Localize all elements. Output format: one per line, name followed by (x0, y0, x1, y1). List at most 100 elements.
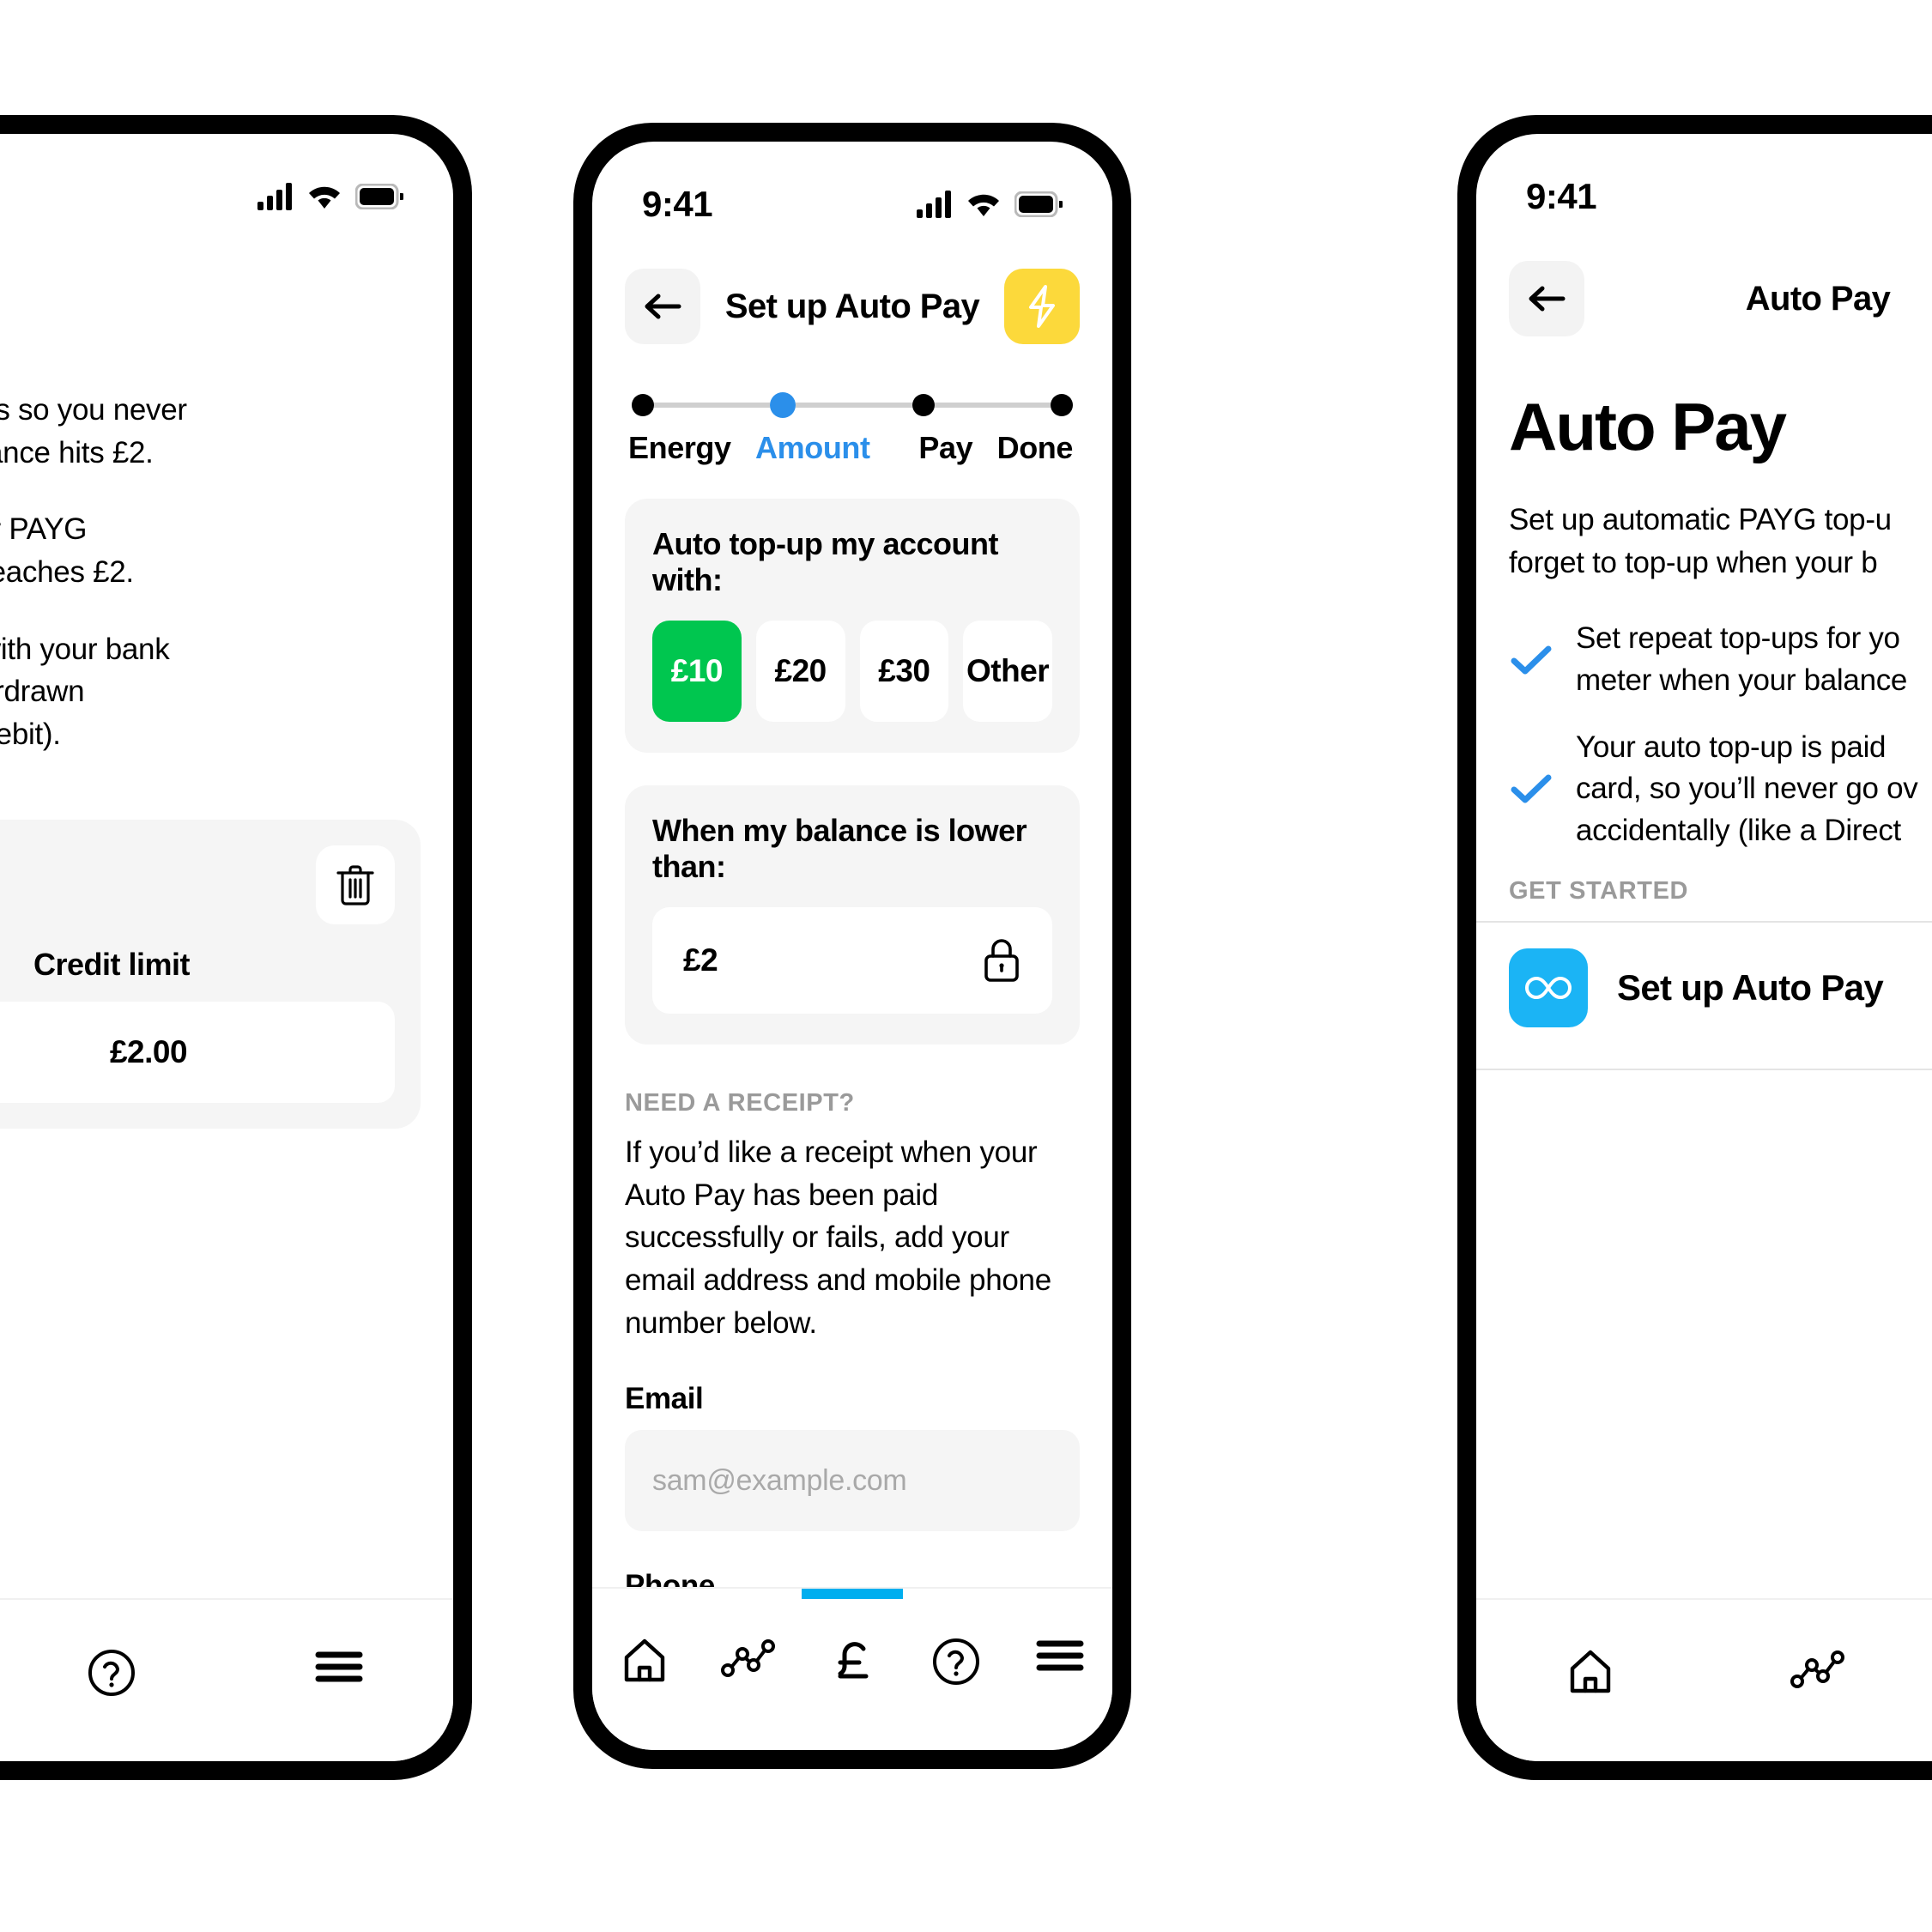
auto-pay-tile (1509, 948, 1588, 1027)
phone-screen-left: Auto Pay c PAYG top-ups so you never whe… (0, 134, 453, 1761)
topup-amount-title: Auto top-up my account with: (652, 526, 998, 597)
hero-description: Set up automatic PAYG top-u forget to to… (1509, 503, 1892, 579)
nav-bar-right: Auto Pay (1476, 230, 1932, 336)
phone-screen-right: 9:41 Auto Pay Auto Pay Set up automatic … (1476, 134, 1932, 1761)
lock-icon (982, 937, 1021, 984)
step-dot-done[interactable] (1050, 394, 1073, 416)
tab-bar-right (1476, 1598, 1932, 1761)
list-item-set-up-auto-pay[interactable]: Set up Auto Pay (1476, 923, 1932, 1053)
tab-usage-right[interactable] (1704, 1600, 1931, 1761)
credit-limit-card: Credit limit £2.00 (0, 819, 421, 1129)
check-icon (1509, 771, 1553, 807)
divider (1476, 1068, 1932, 1070)
help-circle-icon (87, 1648, 136, 1698)
status-bar-middle: 9:41 (592, 142, 1112, 238)
delete-button[interactable] (316, 845, 395, 924)
section-kicker-get-started: GET STARTED (1509, 876, 1689, 905)
step-label-energy: Energy (628, 430, 731, 465)
page-title-right: Auto Pay (1745, 279, 1891, 318)
receipt-description: If you’d like a receipt when your Auto P… (625, 1136, 1051, 1340)
help-circle-icon (931, 1637, 981, 1687)
tab-home-right[interactable] (1476, 1600, 1704, 1761)
wifi-icon (306, 183, 342, 210)
back-button[interactable] (1509, 261, 1584, 336)
wifi-icon (966, 191, 1002, 218)
energy-action-button[interactable] (1004, 269, 1080, 344)
menu-icon (1035, 1637, 1085, 1675)
pound-icon (829, 1637, 875, 1687)
step-connector (934, 403, 1051, 408)
amount-option-20[interactable]: £20 (755, 621, 845, 722)
screenshot-canvas: Auto Pay c PAYG top-ups so you never whe… (0, 0, 1932, 1932)
back-arrow-icon (1525, 282, 1568, 316)
tab-pound-middle[interactable] (800, 1589, 904, 1750)
check-icon (1509, 642, 1553, 678)
tab-bar-middle (592, 1587, 1112, 1750)
back-arrow-icon (641, 289, 684, 324)
email-label: Email (625, 1382, 704, 1416)
infinity-icon (1524, 973, 1572, 1002)
phone-screen-middle: 9:41 Set up Auto Pay Energy Amount Pay D… (592, 142, 1112, 1750)
signal-bars-icon (257, 183, 294, 210)
tab-menu-middle[interactable] (1008, 1589, 1112, 1750)
phone-mockup-middle: 9:41 Set up Auto Pay Energy Amount Pay D… (573, 123, 1131, 1769)
step-dot-amount[interactable] (770, 392, 796, 418)
list-item: Your auto top-up is paid card, so you’ll… (1509, 727, 1932, 851)
battery-icon (355, 184, 403, 209)
back-button[interactable] (625, 269, 700, 344)
home-icon (1566, 1648, 1615, 1696)
list-item-label: Your auto top-up is paid card, so you’ll… (1576, 730, 1918, 847)
tab-menu-left[interactable] (226, 1600, 453, 1761)
amount-option-group: £10 £20 £30 Other (652, 621, 1052, 722)
tab-bar-left (0, 1598, 453, 1761)
signal-bars-icon (917, 191, 953, 218)
tab-help-left[interactable] (0, 1600, 226, 1761)
balance-threshold-card: When my balance is lower than: £2 (625, 785, 1080, 1045)
balance-threshold-value: £2 (683, 942, 718, 978)
status-bar-right: 9:41 (1476, 134, 1932, 230)
balance-threshold-field: £2 (652, 907, 1052, 1014)
receipt-kicker: NEED A RECEIPT? (625, 1089, 855, 1117)
list-item: Set repeat top-ups for yo meter when you… (1509, 618, 1932, 701)
credit-limit-value[interactable]: £2.00 (0, 1001, 395, 1103)
benefits-list: Set repeat top-ups for yo meter when you… (1476, 618, 1932, 851)
amount-option-other[interactable]: Other (963, 621, 1052, 722)
lightning-bolt-icon (1022, 284, 1062, 329)
phone-mockup-left: Auto Pay c PAYG top-ups so you never whe… (0, 115, 472, 1780)
menu-icon (314, 1648, 364, 1686)
step-connector (796, 403, 912, 408)
phone-mockup-right: 9:41 Auto Pay Auto Pay Set up automatic … (1457, 115, 1932, 1780)
nav-bar-middle: Set up Auto Pay (592, 238, 1112, 344)
list-item-label: Set up Auto Pay (1617, 966, 1884, 1008)
tab-home-middle[interactable] (592, 1589, 696, 1750)
amount-option-10[interactable]: £10 (652, 621, 742, 722)
status-clock-right: 9:41 (1526, 176, 1597, 216)
step-label-pay: Pay (918, 430, 973, 465)
intro-paragraph-1: c PAYG top-ups so you never when your ba… (0, 393, 187, 469)
usage-chart-icon (720, 1637, 777, 1678)
step-connector (654, 403, 771, 408)
intro-paragraph-2: op-ups for your PAYG your balance reache… (0, 512, 134, 590)
tab-usage-middle[interactable] (696, 1589, 800, 1750)
step-label-done: Done (996, 430, 1074, 465)
intro-paragraph-3: op-up is paid with your bank ll never go… (0, 632, 170, 752)
home-icon (620, 1637, 669, 1685)
tab-active-indicator (802, 1589, 903, 1599)
battery-icon (1014, 191, 1063, 217)
credit-limit-label: Credit limit (33, 946, 191, 982)
topup-amount-card: Auto top-up my account with: £10 £20 £30… (625, 499, 1080, 753)
status-bar-left (0, 134, 453, 230)
page-title-middle: Set up Auto Pay (724, 287, 980, 325)
amount-option-30[interactable]: £30 (859, 621, 949, 722)
hero-heading: Auto Pay (1509, 389, 1787, 464)
main-content-middle: Auto top-up my account with: £10 £20 £30… (592, 499, 1112, 1719)
email-input[interactable]: sam@example.com (625, 1430, 1080, 1532)
status-clock-middle: 9:41 (642, 184, 713, 224)
step-dot-energy[interactable] (632, 394, 654, 416)
step-dot-pay[interactable] (911, 394, 935, 416)
tab-help-middle[interactable] (905, 1589, 1008, 1750)
usage-chart-icon (1790, 1648, 1846, 1689)
step-label-amount: Amount (755, 430, 870, 465)
progress-stepper: Energy Amount Pay Done (592, 344, 1112, 466)
list-item-label: Set repeat top-ups for yo meter when you… (1576, 621, 1908, 697)
